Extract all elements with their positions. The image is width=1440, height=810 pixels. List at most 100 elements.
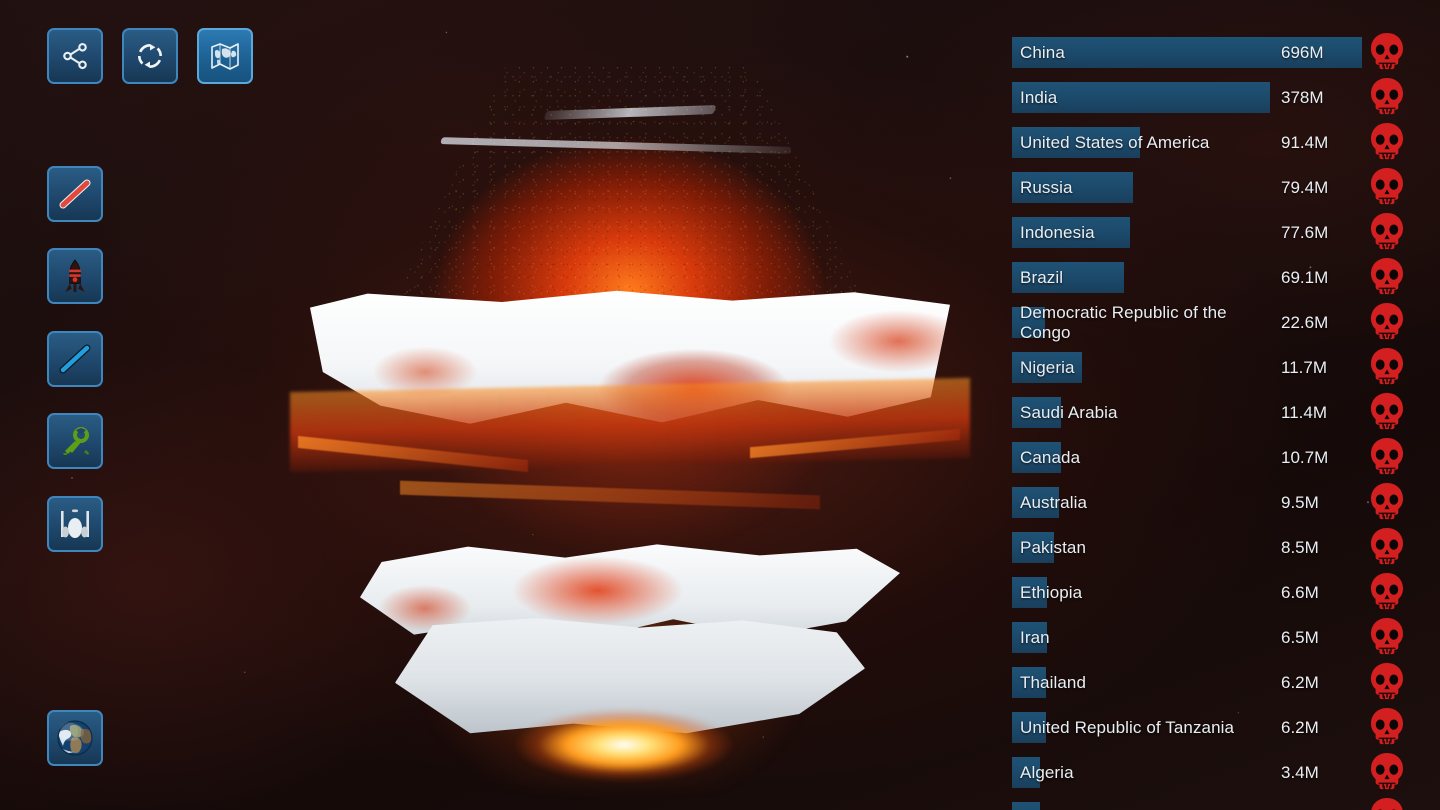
- tools-icon: [59, 425, 91, 457]
- skull-icon: [1365, 210, 1411, 256]
- skull-icon: [1365, 75, 1411, 121]
- skull-icon: [1365, 120, 1411, 166]
- skull-icon: [1365, 795, 1411, 810]
- skull-icon: [1365, 525, 1411, 571]
- skull-icon: [1371, 527, 1403, 564]
- table-row[interactable]: [1000, 795, 1440, 810]
- settings-tool[interactable]: [47, 413, 103, 469]
- skull-icon: [1365, 345, 1411, 391]
- table-row[interactable]: Ethiopia 6.6M: [1000, 570, 1440, 615]
- share-button[interactable]: [47, 28, 103, 84]
- country-name: Brazil: [1020, 267, 1064, 287]
- casualty-list[interactable]: China 696M India 378M United States of Ame…: [1000, 0, 1440, 810]
- skull-icon: [1371, 572, 1403, 609]
- table-row[interactable]: Australia 9.5M: [1000, 480, 1440, 525]
- skull-icon: [1365, 480, 1411, 526]
- table-row[interactable]: Russia 79.4M: [1000, 165, 1440, 210]
- casualty-value: 77.6M: [1281, 222, 1329, 242]
- fireball-flare: [474, 680, 774, 810]
- skull-icon: [1365, 570, 1411, 616]
- table-row[interactable]: Pakistan 8.5M: [1000, 525, 1440, 570]
- globe-viewport[interactable]: [250, 40, 1010, 810]
- country-name: Algeria: [1020, 762, 1074, 782]
- country-name: Indonesia: [1020, 222, 1095, 242]
- country-name: Saudi Arabia: [1020, 402, 1118, 422]
- country-name: Nigeria: [1020, 357, 1075, 377]
- country-name: Thailand: [1020, 672, 1087, 692]
- world-map-button[interactable]: [197, 28, 253, 84]
- casualty-value: 79.4M: [1281, 177, 1329, 197]
- country-name: Australia: [1020, 492, 1088, 512]
- table-row[interactable]: India 378M: [1000, 75, 1440, 120]
- silo-icon: [58, 508, 92, 540]
- skull-icon: [1371, 122, 1403, 159]
- table-row[interactable]: Algeria 3.4M: [1000, 750, 1440, 795]
- table-row[interactable]: Saudi Arabia 11.4M: [1000, 390, 1440, 435]
- table-row[interactable]: Brazil 69.1M: [1000, 255, 1440, 300]
- casualty-bar: [1012, 802, 1040, 810]
- casualty-value: 10.7M: [1281, 447, 1329, 467]
- skull-icon: [1371, 32, 1403, 69]
- country-name: Ethiopia: [1020, 582, 1083, 602]
- casualty-value: 11.4M: [1281, 402, 1327, 422]
- casualty-value: 8.5M: [1281, 537, 1319, 557]
- table-row[interactable]: Canada 10.7M: [1000, 435, 1440, 480]
- skull-icon: [1371, 392, 1403, 429]
- blue-line-tool[interactable]: [47, 331, 103, 387]
- skull-icon: [1365, 165, 1411, 211]
- skull-icon: [1371, 797, 1403, 810]
- skull-icon: [1365, 705, 1411, 751]
- skull-icon: [1371, 707, 1403, 744]
- skull-icon: [1371, 347, 1403, 384]
- skull-icon: [1371, 302, 1403, 339]
- casualty-value: 378M: [1281, 87, 1324, 107]
- skull-icon: [1371, 482, 1403, 519]
- table-row[interactable]: Iran 6.5M: [1000, 615, 1440, 660]
- missile-icon: [60, 259, 90, 293]
- country-name: Russia: [1020, 177, 1073, 197]
- casualty-value: 3.4M: [1281, 762, 1319, 782]
- country-name: Canada: [1020, 447, 1081, 467]
- skull-icon: [1371, 752, 1403, 789]
- table-row[interactable]: United States of America 91.4M: [1000, 120, 1440, 165]
- table-row[interactable]: Democratic Republic of the Congo 22.6M: [1000, 300, 1440, 345]
- table-row[interactable]: Indonesia 77.6M: [1000, 210, 1440, 255]
- skull-icon: [1371, 167, 1403, 204]
- skull-icon: [1365, 300, 1411, 346]
- country-name: Iran: [1020, 627, 1050, 647]
- reload-button[interactable]: [122, 28, 178, 84]
- skull-icon: [1365, 30, 1411, 76]
- table-row[interactable]: Nigeria 11.7M: [1000, 345, 1440, 390]
- globe-button[interactable]: [47, 710, 103, 766]
- skull-icon: [1365, 660, 1411, 706]
- skull-icon: [1371, 662, 1403, 699]
- skull-icon: [1365, 255, 1411, 301]
- world-map-icon: [209, 40, 241, 72]
- earth-icon: [54, 717, 96, 759]
- casualty-value: 6.6M: [1281, 582, 1319, 602]
- skull-icon: [1365, 615, 1411, 661]
- table-row[interactable]: Thailand 6.2M: [1000, 660, 1440, 705]
- app-root: China 696M India 378M United States of Ame…: [0, 0, 1440, 810]
- skull-icon: [1365, 435, 1411, 481]
- red-line-tool[interactable]: [47, 166, 103, 222]
- casualty-value: 6.5M: [1281, 627, 1319, 647]
- skull-icon: [1371, 212, 1403, 249]
- casualty-value: 6.2M: [1281, 672, 1319, 692]
- skull-icon: [1371, 617, 1403, 654]
- casualty-value: 696M: [1281, 42, 1324, 62]
- country-name: Democratic Republic of the Congo: [1020, 302, 1227, 342]
- casualty-value: 6.2M: [1281, 717, 1319, 737]
- country-name: Pakistan: [1020, 537, 1087, 557]
- silo-tool[interactable]: [47, 496, 103, 552]
- magma-band-middle: [290, 377, 970, 473]
- table-row[interactable]: United Republic of Tanzania 6.2M: [1000, 705, 1440, 750]
- refresh-icon: [135, 41, 165, 71]
- skull-icon: [1371, 437, 1403, 474]
- blue-line-icon: [58, 342, 92, 376]
- casualty-value: 9.5M: [1281, 492, 1319, 512]
- table-row[interactable]: China 696M: [1000, 30, 1440, 75]
- share-icon: [60, 41, 90, 71]
- country-name: United Republic of Tanzania: [1020, 717, 1235, 737]
- missile-tool[interactable]: [47, 248, 103, 304]
